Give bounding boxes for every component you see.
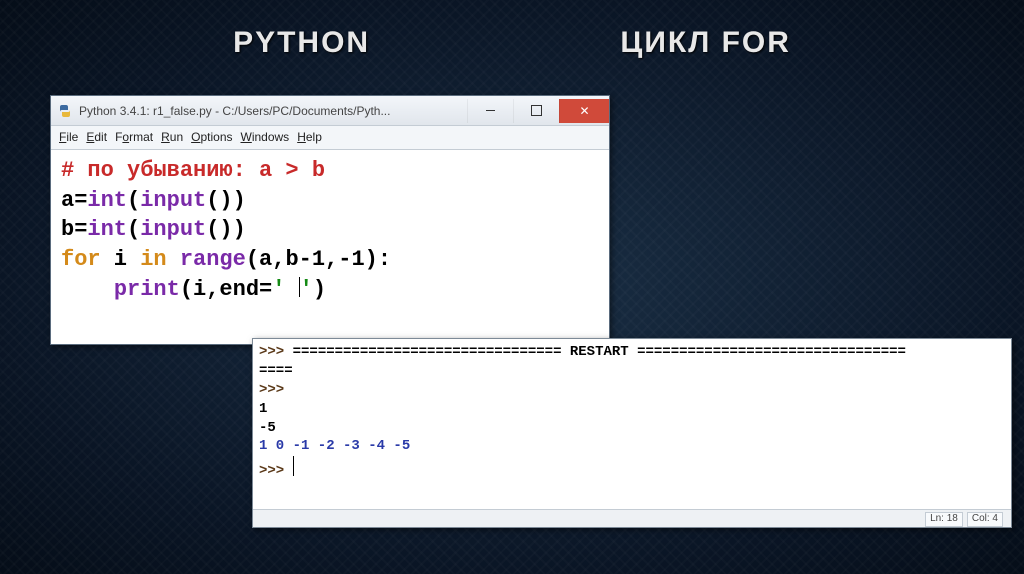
- menu-run[interactable]: Run: [161, 130, 183, 144]
- code-line-5: print(i,end=' '): [61, 277, 326, 302]
- menu-file[interactable]: File: [59, 130, 78, 144]
- shell-input-1: 1: [259, 401, 267, 417]
- text-cursor: [293, 456, 294, 476]
- menu-help[interactable]: Help: [297, 130, 322, 144]
- idle-editor-window: Python 3.4.1: r1_false.py - C:/Users/PC/…: [50, 95, 610, 345]
- shell-output[interactable]: >>> ================================ RES…: [253, 339, 1011, 509]
- menu-edit[interactable]: Edit: [86, 130, 107, 144]
- menu-windows[interactable]: Windows: [241, 130, 290, 144]
- slide-title: PYTHON ЦИКЛ FOR: [0, 0, 1024, 60]
- code-comment: # по убыванию: a > b: [61, 158, 325, 183]
- code-line-4: for i in range(a,b-1,-1):: [61, 247, 391, 272]
- titlebar: Python 3.4.1: r1_false.py - C:/Users/PC/…: [51, 96, 609, 126]
- code-line-3: b=int(input()): [61, 217, 246, 242]
- shell-prompt: >>>: [259, 463, 284, 479]
- window-controls: [467, 99, 609, 123]
- status-col: Col: 4: [967, 512, 1003, 527]
- code-line-2: a=int(input()): [61, 188, 246, 213]
- shell-restart-wrap: ====: [259, 363, 293, 379]
- menubar: File Edit Format Run Options Windows Hel…: [51, 126, 609, 150]
- menu-options[interactable]: Options: [191, 130, 232, 144]
- shell-output-line: 1 0 -1 -2 -3 -4 -5: [259, 438, 419, 454]
- minimize-button[interactable]: [467, 99, 513, 123]
- shell-input-2: -5: [259, 420, 276, 436]
- status-line: Ln: 18: [925, 512, 963, 527]
- shell-restart-label: RESTART: [570, 344, 629, 360]
- shell-prompt: >>>: [259, 344, 284, 360]
- maximize-button[interactable]: [513, 99, 559, 123]
- statusbar: Ln: 18 Col: 4: [253, 509, 1011, 527]
- title-left: PYTHON: [233, 26, 370, 60]
- close-button[interactable]: [559, 99, 609, 123]
- shell-restart-suffix: ================================: [629, 344, 906, 360]
- idle-shell-window: >>> ================================ RES…: [252, 338, 1012, 528]
- python-idle-icon: [57, 103, 73, 119]
- menu-format[interactable]: Format: [115, 130, 153, 144]
- shell-restart-prefix: ================================: [293, 344, 570, 360]
- code-editor[interactable]: # по убыванию: a > b a=int(input()) b=in…: [51, 150, 609, 344]
- window-title-text: Python 3.4.1: r1_false.py - C:/Users/PC/…: [79, 104, 467, 118]
- title-right: ЦИКЛ FOR: [620, 26, 791, 60]
- shell-prompt: >>>: [259, 382, 284, 398]
